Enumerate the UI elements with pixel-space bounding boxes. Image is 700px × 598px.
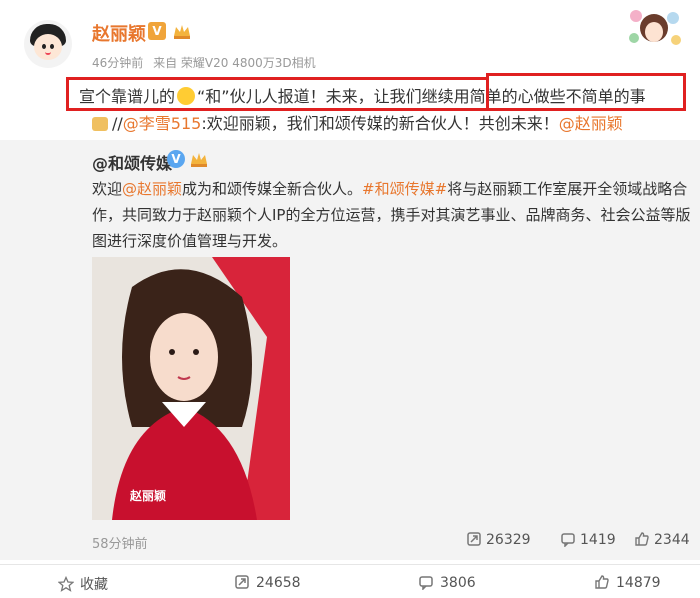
original-repost-count[interactable]: 26329 (466, 531, 531, 548)
action-bar: 收藏 24658 3806 14879 (0, 564, 700, 598)
photo-illustration (92, 257, 290, 520)
gift-emoji-icon (92, 117, 108, 131)
like-icon (635, 532, 649, 546)
like-icon (595, 575, 609, 589)
avatar-face (34, 34, 62, 60)
avatar[interactable] (24, 20, 72, 68)
avatar-eye-left (42, 44, 46, 49)
post-time[interactable]: 46分钟前 (92, 56, 143, 70)
mention-zhao-liying[interactable]: @赵丽颖 (559, 114, 623, 133)
favorite-button[interactable]: 收藏 (57, 574, 108, 594)
original-mid: 成为和颂传媒全新合伙人。 (182, 180, 363, 198)
post-meta: 46分钟前 来自 荣耀V20 4800万3D相机 (92, 54, 316, 71)
original-likes: 2344 (654, 532, 690, 548)
original-text: 欢迎@赵丽颖成为和颂传媒全新合伙人。#和颂传媒#将与赵丽颖工作室展开全领域战略合… (92, 176, 692, 254)
mention-li-xue[interactable]: @李雪515 (123, 114, 202, 133)
avatar-eye-right (50, 44, 54, 49)
highlight-box-right (486, 73, 686, 111)
repost-text: :欢迎丽颖，我们和颂传媒的新合伙人！共创未来！ (201, 114, 559, 133)
repost-chain: //@李雪515:欢迎丽颖，我们和颂传媒的新合伙人！共创未来！@赵丽颖 (92, 110, 623, 134)
repost-count: 24658 (256, 575, 301, 591)
decorative-avatar-icon (629, 10, 681, 45)
original-author[interactable]: @和颂传媒 (92, 150, 172, 174)
crown-icon (174, 25, 190, 39)
repost-prefix: // (112, 114, 123, 133)
comment-button[interactable]: 3806 (418, 574, 476, 591)
like-count: 14879 (616, 575, 661, 591)
crown-icon (191, 153, 207, 167)
highlight-box-left (66, 77, 489, 111)
original-intro: 欢迎 (92, 180, 123, 198)
original-mention[interactable]: @赵丽颖 (122, 180, 182, 198)
like-button[interactable]: 14879 (594, 574, 661, 591)
photo-caption: 赵丽颖 (130, 489, 167, 503)
favorite-label: 收藏 (80, 577, 108, 593)
repost-icon (467, 532, 481, 546)
star-icon (57, 575, 75, 592)
post-photo[interactable]: 赵丽颖 (92, 257, 290, 520)
comment-count: 3806 (440, 575, 476, 591)
post-source[interactable]: 来自 荣耀V20 4800万3D相机 (153, 56, 316, 70)
original-comments: 1419 (580, 532, 616, 548)
author-name[interactable]: 赵丽颖 (92, 20, 146, 46)
comment-icon (419, 576, 433, 591)
repost-icon (235, 575, 249, 589)
verified-icon: V (148, 22, 166, 40)
hashtag-link[interactable]: #和颂传媒# (362, 180, 447, 198)
original-reposts: 26329 (486, 532, 531, 548)
verified-blue-icon: V (167, 150, 185, 168)
original-time[interactable]: 58分钟前 (92, 533, 148, 552)
original-comment-count[interactable]: 1419 (560, 531, 616, 548)
repost-button[interactable]: 24658 (234, 574, 301, 591)
comment-icon (561, 533, 575, 548)
original-like-count[interactable]: 2344 (634, 531, 690, 548)
